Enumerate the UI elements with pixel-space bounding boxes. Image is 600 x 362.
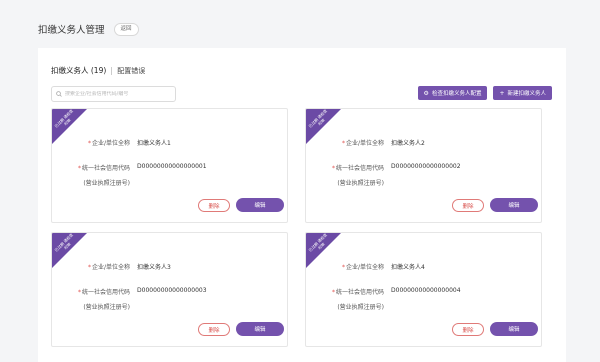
- delete-button[interactable]: 删除: [198, 323, 230, 336]
- credit-code-label-text: 统一社会信用代码: [335, 165, 384, 172]
- name-label: *企业/单位全称: [306, 138, 384, 147]
- name-label-text: 企业/单位全称: [345, 264, 384, 271]
- search-input[interactable]: [65, 91, 173, 97]
- check-config-button[interactable]: ⚙ 检查扣缴义务人配置: [417, 86, 488, 100]
- credit-code-label-text: 统一社会信用代码: [335, 289, 384, 296]
- agent-name: 扣缴义务人3: [137, 264, 171, 271]
- credit-code-value: D00000000000000004: [391, 287, 461, 294]
- agent-card: 已过期 请检查时效 *企业/单位全称 扣缴义务人3 *统一社会信用代码 D0000000…: [51, 232, 288, 347]
- agent-card: 已过期 请检查时效 *企业/单位全称 扣缴义务人2 *统一社会信用代码 D0000000…: [305, 108, 542, 223]
- delete-button[interactable]: 删除: [452, 199, 484, 212]
- required-star: *: [341, 140, 345, 147]
- agent-card: 已过期 请检查时效 *企业/单位全称 扣缴义务人1 *统一社会信用代码 D0000000…: [51, 108, 288, 223]
- credit-code-label: *统一社会信用代码: [306, 163, 384, 172]
- new-agent-button[interactable]: + 新建扣缴义务人: [493, 86, 552, 100]
- back-button[interactable]: 返回: [113, 22, 139, 36]
- credit-code-value: D00000000000000003: [137, 287, 207, 294]
- required-star: *: [331, 289, 335, 296]
- required-star: *: [77, 289, 81, 296]
- toolbar: ⚙ 检查扣缴义务人配置 + 新建扣缴义务人: [417, 86, 552, 100]
- agent-name: 扣缴义务人1: [137, 140, 171, 147]
- edit-button[interactable]: 编辑: [490, 198, 538, 212]
- credit-code-value: D00000000000000001: [137, 163, 207, 170]
- credit-code-label-text: 统一社会信用代码: [81, 289, 130, 296]
- required-star: *: [331, 165, 335, 172]
- name-label-text: 企业/单位全称: [91, 264, 130, 271]
- main-panel: 扣缴义务人 (19) 配置错误 ⚙ 检查扣缴义务人配置 + 新建扣缴义务人 已过…: [38, 48, 566, 362]
- required-star: *: [341, 264, 345, 271]
- delete-button[interactable]: 删除: [452, 323, 484, 336]
- required-star: *: [87, 140, 91, 147]
- tab-bar: 扣缴义务人 (19) 配置错误: [51, 65, 145, 76]
- credit-code-value: D00000000000000002: [391, 163, 461, 170]
- tab-config-errors[interactable]: 配置错误: [117, 66, 145, 76]
- agent-name: 扣缴义务人2: [391, 140, 425, 147]
- credit-code-label: *统一社会信用代码: [306, 287, 384, 296]
- required-star: *: [77, 165, 81, 172]
- tab-divider: [111, 66, 113, 75]
- credit-code-label-text: 统一社会信用代码: [81, 165, 130, 172]
- plus-icon: +: [499, 89, 505, 97]
- agent-name: 扣缴义务人4: [391, 264, 425, 271]
- name-label: *企业/单位全称: [52, 262, 130, 271]
- search-box[interactable]: [51, 86, 176, 102]
- credit-code-note: (营业执照注册号): [83, 180, 130, 187]
- credit-code-label: *统一社会信用代码: [52, 163, 130, 172]
- name-label-text: 企业/单位全称: [91, 140, 130, 147]
- delete-button[interactable]: 删除: [198, 199, 230, 212]
- credit-code-note: (营业执照注册号): [337, 304, 384, 311]
- page-header: 扣缴义务人管理 返回: [38, 22, 139, 36]
- credit-code-label: *统一社会信用代码: [52, 287, 130, 296]
- name-label: *企业/单位全称: [52, 138, 130, 147]
- required-star: *: [87, 264, 91, 271]
- search-icon: [56, 91, 62, 97]
- edit-button[interactable]: 编辑: [236, 198, 284, 212]
- credit-code-note: (营业执照注册号): [337, 180, 384, 187]
- agent-card: 已过期 请检查时效 *企业/单位全称 扣缴义务人4 *统一社会信用代码 D0000000…: [305, 232, 542, 347]
- credit-code-note: (营业执照注册号): [83, 304, 130, 311]
- page-title: 扣缴义务人管理: [38, 25, 105, 36]
- check-config-label: 检查扣缴义务人配置: [431, 91, 482, 97]
- tab-withholding-agents[interactable]: 扣缴义务人 (19): [51, 65, 106, 76]
- settings-icon: ⚙: [423, 89, 429, 97]
- name-label-text: 企业/单位全称: [345, 140, 384, 147]
- edit-button[interactable]: 编辑: [236, 322, 284, 336]
- new-agent-label: 新建扣缴义务人: [507, 91, 546, 97]
- name-label: *企业/单位全称: [306, 262, 384, 271]
- edit-button[interactable]: 编辑: [490, 322, 538, 336]
